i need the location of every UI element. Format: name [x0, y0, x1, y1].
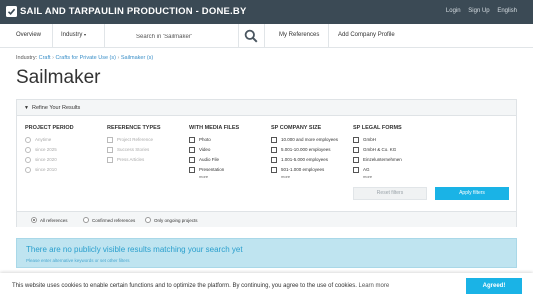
- checkbox[interactable]: [353, 137, 359, 143]
- checkbox[interactable]: [189, 167, 195, 173]
- signup-link[interactable]: Sign Up: [468, 8, 489, 14]
- checkbox[interactable]: [353, 147, 359, 153]
- breadcrumb-item[interactable]: Craft: [39, 55, 51, 61]
- nav-bar: Overview Industry ▾ My References Add Co…: [0, 24, 533, 48]
- checkbox[interactable]: [271, 137, 277, 143]
- media-option[interactable]: Photo: [189, 136, 239, 146]
- breadcrumb: Industry: Craft › Crafts for Private Use…: [16, 55, 154, 61]
- period-option[interactable]: Anytime: [25, 136, 74, 146]
- filter-title: SP COMPANY SIZE: [271, 125, 322, 131]
- scope-all-references[interactable]: All references: [31, 217, 68, 223]
- brand-title[interactable]: SAIL AND TARPAULIN PRODUCTION - DONE.BY: [20, 6, 246, 17]
- size-option[interactable]: 5.001-10.000 employees: [271, 146, 331, 156]
- checkbox[interactable]: [107, 157, 113, 163]
- nav-divider: [328, 24, 329, 48]
- radio[interactable]: [145, 217, 151, 223]
- logo-check-icon: [6, 6, 17, 17]
- page-title: Sailmaker: [16, 67, 101, 88]
- notice-title: There are no publicly visible results ma…: [26, 245, 243, 254]
- filter-title: REFERENCE TYPES: [107, 125, 161, 131]
- filter-panel: ▼ Refine Your Results PROJECT PERIOD Any…: [16, 99, 517, 227]
- media-option[interactable]: Video: [189, 146, 239, 156]
- collapse-arrow-icon[interactable]: ▼: [24, 105, 29, 111]
- cookie-message: This website uses cookies to enable cert…: [12, 283, 389, 289]
- reftype-option[interactable]: Project Reference: [107, 136, 160, 146]
- checkbox[interactable]: [271, 157, 277, 163]
- login-link[interactable]: Login: [446, 8, 461, 14]
- size-option[interactable]: 10.000 and more employees: [271, 136, 338, 146]
- cookie-banner: This website uses cookies to enable cert…: [0, 273, 533, 300]
- nav-industry[interactable]: Industry ▾: [61, 32, 86, 38]
- language-link[interactable]: English: [497, 8, 517, 14]
- reset-filters-button[interactable]: Reset filters: [353, 187, 427, 200]
- filter-panel-header[interactable]: ▼ Refine Your Results: [17, 100, 516, 116]
- checkbox[interactable]: [189, 137, 195, 143]
- chevron-down-icon: ▾: [84, 32, 87, 37]
- nav-add-company-profile[interactable]: Add Company Profile: [338, 32, 395, 38]
- period-option[interactable]: since 2025: [25, 146, 74, 156]
- filter-panel-title: Refine Your Results: [32, 105, 81, 111]
- breadcrumb-item[interactable]: Crafts for Private Use (s): [55, 55, 116, 61]
- nav-my-references[interactable]: My References: [279, 32, 319, 38]
- checkbox[interactable]: [271, 147, 277, 153]
- checkbox[interactable]: [353, 157, 359, 163]
- cookie-text: This website uses cookies to enable cert…: [12, 283, 357, 289]
- nav-divider: [264, 24, 265, 48]
- filter-company-size: SP COMPANY SIZE 10.000 and more employee…: [271, 125, 338, 179]
- radio[interactable]: [83, 217, 89, 223]
- size-option[interactable]: 501-1.000 employees: [271, 166, 324, 176]
- legal-option[interactable]: GmbH: [353, 136, 402, 146]
- media-option[interactable]: Audio File: [189, 156, 239, 166]
- nav-industry-label: Industry: [61, 32, 83, 38]
- notice-subtitle: Please enter alternative keywords or set…: [26, 258, 130, 263]
- filter-project-period: PROJECT PERIOD Anytime since 2025 since …: [25, 125, 74, 176]
- filter-legal-forms: SP LEGAL FORMS GmbH GmbH & Co. KG Einzel…: [353, 125, 402, 179]
- breadcrumb-item[interactable]: Sailmaker (s): [121, 55, 153, 61]
- nav-divider: [104, 24, 105, 48]
- period-option[interactable]: since 2010: [25, 166, 74, 176]
- legal-option[interactable]: Einzelunternehmen: [353, 156, 402, 166]
- header-links: Login Sign Up English: [440, 8, 517, 14]
- search-icon[interactable]: [244, 29, 258, 43]
- cookie-agree-button[interactable]: Agreed!: [466, 278, 522, 294]
- size-option[interactable]: 1.001-5.000 employees: [271, 156, 328, 166]
- top-bar: SAIL AND TARPAULIN PRODUCTION - DONE.BY …: [0, 0, 533, 24]
- filter-media-files: WITH MEDIA FILES Photo Video Audio File …: [189, 125, 239, 179]
- period-option[interactable]: since 2020: [25, 156, 74, 166]
- filter-reference-types: REFERENCE TYPES Project Reference Succes…: [107, 125, 160, 166]
- reftype-option[interactable]: Press Articles: [107, 156, 160, 166]
- nav-divider: [238, 24, 239, 48]
- apply-filters-button[interactable]: Apply filters: [435, 187, 509, 200]
- reftype-option[interactable]: Success Stories: [107, 146, 160, 156]
- checkbox[interactable]: [107, 137, 113, 143]
- filter-title: SP LEGAL FORMS: [353, 125, 402, 131]
- radio-selected[interactable]: [31, 217, 37, 223]
- scope-ongoing-projects[interactable]: Only ongoing projects: [145, 217, 198, 223]
- radio[interactable]: [25, 167, 31, 173]
- radio[interactable]: [25, 137, 31, 143]
- checkbox[interactable]: [189, 147, 195, 153]
- reference-scope-bar: All references Confirmed references Only…: [17, 211, 516, 227]
- legal-option[interactable]: GmbH & Co. KG: [353, 146, 402, 156]
- media-option[interactable]: Presentation: [189, 166, 239, 176]
- filter-title: WITH MEDIA FILES: [189, 125, 240, 131]
- checkbox[interactable]: [271, 167, 277, 173]
- radio[interactable]: [25, 147, 31, 153]
- no-results-notice: There are no publicly visible results ma…: [16, 238, 517, 268]
- legal-option[interactable]: AG: [353, 166, 402, 176]
- checkbox[interactable]: [353, 167, 359, 173]
- breadcrumb-prefix: Industry:: [16, 55, 38, 61]
- radio[interactable]: [25, 157, 31, 163]
- checkbox[interactable]: [107, 147, 113, 153]
- checkbox[interactable]: [189, 157, 195, 163]
- nav-divider: [52, 24, 53, 48]
- filter-title: PROJECT PERIOD: [25, 125, 74, 131]
- scope-confirmed-references[interactable]: Confirmed references: [83, 217, 135, 223]
- learn-more-link[interactable]: Learn more: [359, 283, 390, 289]
- nav-overview[interactable]: Overview: [16, 32, 41, 38]
- search-input[interactable]: [136, 31, 236, 42]
